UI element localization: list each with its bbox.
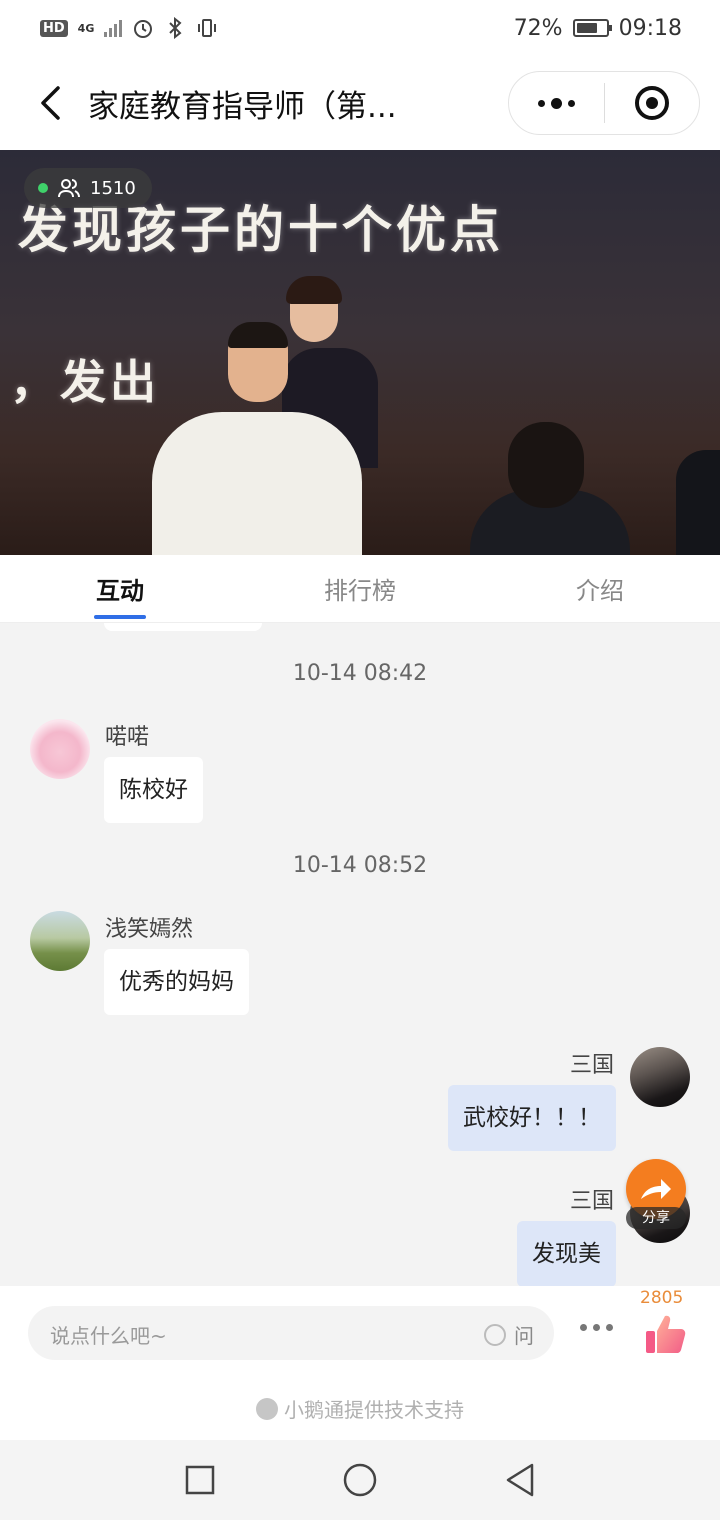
system-back-button[interactable] [490, 1450, 550, 1510]
square-icon [185, 1465, 215, 1495]
target-icon [634, 86, 669, 120]
brand-logo-icon [256, 1397, 278, 1420]
speaker-figure [228, 322, 288, 348]
speaker-figure [152, 412, 362, 555]
nav-bar: 家庭教育指导师（第... [0, 56, 720, 150]
alarm-icon [132, 17, 154, 39]
radio-circle-icon [484, 1323, 506, 1346]
triangle-back-icon [506, 1463, 534, 1497]
avatar[interactable] [30, 911, 90, 971]
share-label: 分享 [626, 1207, 686, 1229]
page-title: 家庭教育指导师（第... [88, 88, 397, 125]
mini-program-capsule [508, 71, 700, 135]
comment-input[interactable]: 说点什么吧~ 问 [28, 1306, 554, 1360]
comment-placeholder: 说点什么吧~ [50, 1324, 167, 1348]
clock: 09:18 [618, 15, 682, 41]
network-type: 4G [77, 21, 95, 35]
more-menu-button[interactable] [509, 72, 604, 134]
signal-icon [104, 19, 123, 37]
audience-figure [676, 450, 720, 555]
circle-icon [343, 1463, 377, 1497]
comment-bar: 说点什么吧~ 问 2805 小鹅通提供技术支持 [0, 1286, 720, 1440]
viewer-count-badge: 1510 [24, 168, 152, 208]
live-status-dot [38, 183, 48, 193]
powered-by-text: 小鹅通提供技术支持 [284, 1398, 464, 1422]
people-icon [58, 179, 80, 198]
message-bubble [104, 623, 262, 631]
ask-toggle[interactable]: 问 [484, 1320, 534, 1349]
tab-interaction[interactable]: 互动 [0, 555, 240, 622]
slide-text-line2: ，发出 [10, 355, 160, 409]
chat-username: 喏喏 [105, 725, 150, 750]
back-button[interactable] [20, 73, 80, 133]
powered-by-footer: 小鹅通提供技术支持 [0, 1394, 720, 1423]
viewer-count: 1510 [90, 177, 136, 199]
speaker-figure [286, 276, 342, 304]
close-mini-program-button[interactable] [605, 72, 700, 134]
chat-timestamp: 10-14 08:42 [292, 661, 428, 686]
message-bubble[interactable]: 发现美 [517, 1221, 616, 1286]
avatar[interactable] [630, 1047, 690, 1107]
more-dots-icon [537, 97, 575, 109]
battery-icon [572, 19, 612, 37]
audience-figure [508, 422, 584, 508]
back-arrow-icon [41, 86, 60, 120]
home-button[interactable] [330, 1450, 390, 1510]
like-count: 2805 [640, 1288, 684, 1308]
thumbs-up-icon [646, 1315, 686, 1353]
tab-bar: 互动 排行榜 介绍 [0, 555, 720, 623]
share-arrow-icon [641, 1179, 671, 1199]
chat-username: 三国 [569, 1189, 614, 1214]
message-bubble[interactable]: 武校好！！！ [448, 1085, 616, 1151]
recent-apps-button[interactable] [170, 1450, 230, 1510]
tab-introduction[interactable]: 介绍 [480, 555, 720, 622]
like-button[interactable] [642, 1310, 690, 1358]
chat-timestamp: 10-14 08:52 [292, 853, 428, 878]
tab-leaderboard[interactable]: 排行榜 [240, 555, 480, 622]
message-bubble[interactable]: 陈校好 [104, 757, 203, 823]
status-bar: HD 4G 72% 09:18 [0, 0, 720, 56]
system-nav-bar [0, 1440, 720, 1520]
ask-label: 问 [514, 1324, 534, 1348]
live-video-player[interactable]: 发现孩子的十个优点 ，发出 1510 [0, 150, 720, 555]
battery-percent: 72% [513, 15, 563, 41]
chat-username: 三国 [569, 1053, 614, 1078]
chat-list[interactable]: 10-14 08:42 喏喏 陈校好 10-14 08:52 浅笑嫣然 优秀的妈… [0, 623, 720, 1286]
vibrate-icon [196, 17, 218, 39]
avatar[interactable] [30, 719, 90, 779]
message-bubble[interactable]: 优秀的妈妈 [104, 949, 249, 1015]
hd-badge: HD [40, 19, 68, 37]
chat-username: 浅笑嫣然 [105, 917, 194, 942]
more-options-button[interactable] [580, 1324, 613, 1331]
bluetooth-icon [164, 17, 186, 39]
